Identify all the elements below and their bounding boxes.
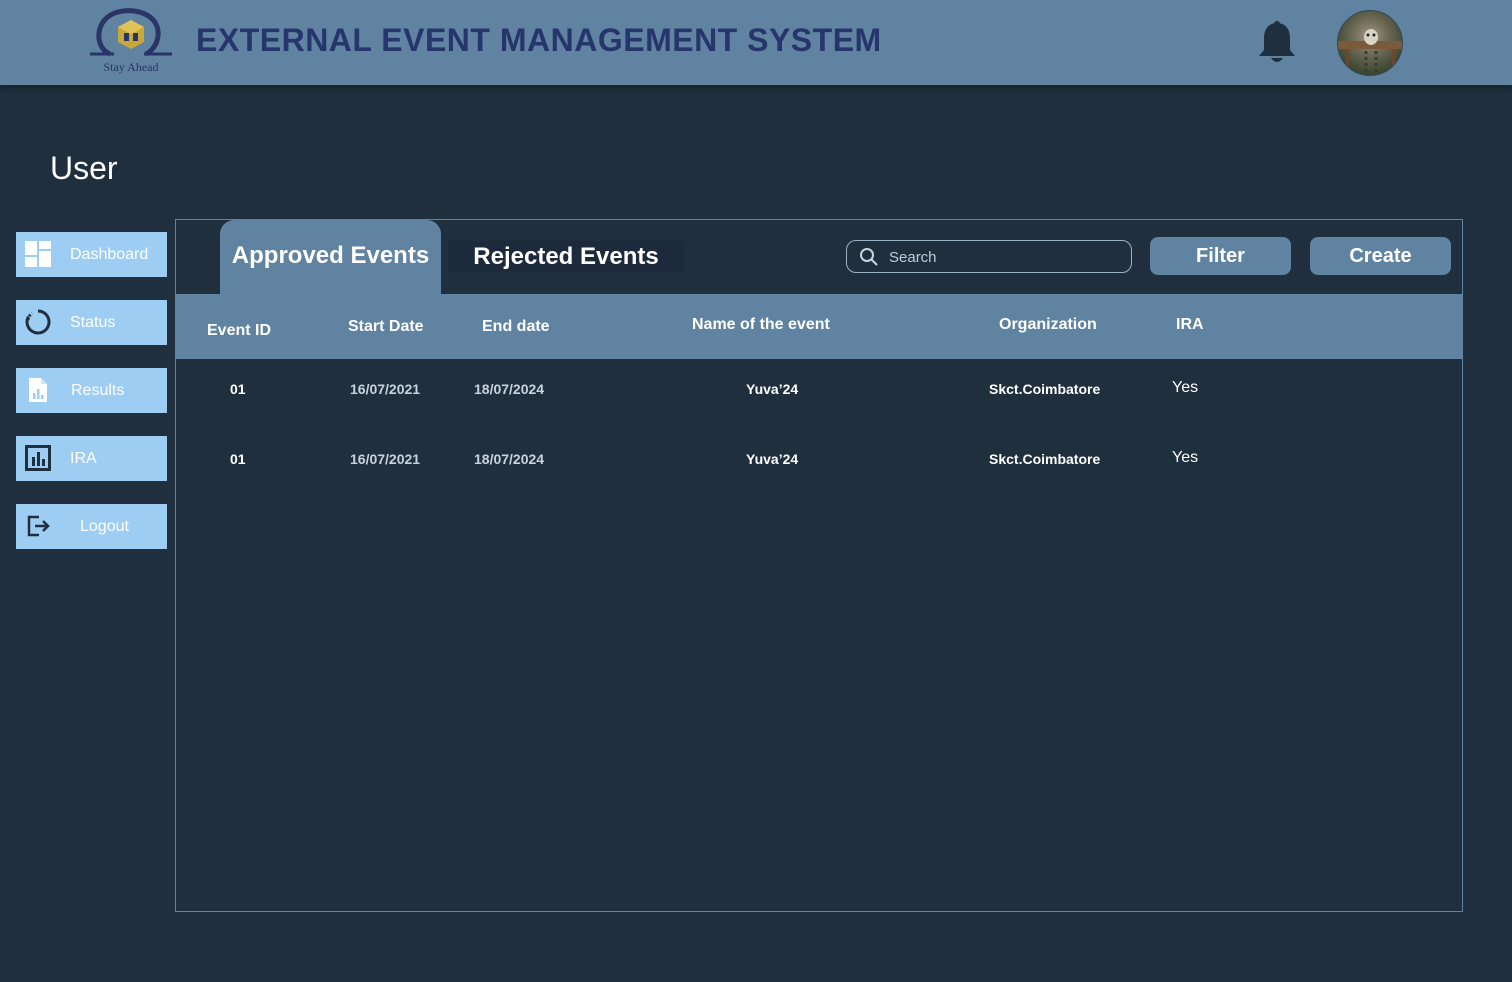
column-header-organization: Organization <box>999 316 1097 333</box>
tab-rejected-events[interactable]: Rejected Events <box>448 241 684 273</box>
status-icon <box>25 309 51 335</box>
column-header-end-date: End date <box>482 318 550 335</box>
sidebar-item-label: Status <box>70 314 116 331</box>
app-title: EXTERNAL EVENT MANAGEMENT SYSTEM <box>196 22 882 58</box>
column-header-event-name: Name of the event <box>692 316 830 333</box>
cell-event-id: 01 <box>230 381 246 397</box>
cell-event-name: Yuva’24 <box>746 451 799 467</box>
table-header: Event ID Start Date End date Name of the… <box>176 294 1462 359</box>
column-header-start-date: Start Date <box>348 318 424 335</box>
cell-start-date: 16/07/2021 <box>350 381 421 397</box>
cell-event-name: Yuva’24 <box>746 381 799 397</box>
user-avatar[interactable] <box>1337 10 1403 76</box>
bell-icon[interactable] <box>1256 20 1298 66</box>
search-icon <box>859 247 879 267</box>
search-input[interactable] <box>889 245 1119 269</box>
cell-start-date: 16/07/2021 <box>350 451 421 467</box>
cell-end-date: 18/07/2024 <box>474 451 545 467</box>
sidebar-item-logout[interactable]: Logout <box>16 504 167 549</box>
sidebar-item-ira[interactable]: IRA <box>16 436 167 481</box>
column-header-event-id: Event ID <box>207 322 272 339</box>
cell-event-id: 01 <box>230 451 246 467</box>
table-row[interactable]: 01 16/07/2021 18/07/2024 Yuva’24 Skct.Co… <box>176 449 1462 491</box>
sidebar-item-label: IRA <box>70 450 97 467</box>
results-icon <box>25 377 51 403</box>
tab-approved-events[interactable]: Approved Events <box>220 220 441 294</box>
sidebar-item-dashboard[interactable]: Dashboard <box>16 232 167 277</box>
logo-emblem <box>90 8 172 57</box>
cell-ira: Yes <box>1172 449 1199 466</box>
logo-tagline: Stay Ahead <box>103 60 159 74</box>
page-title: User <box>50 150 118 186</box>
cell-ira: Yes <box>1172 379 1199 396</box>
sidebar-item-label: Results <box>71 382 125 399</box>
sidebar-item-label: Logout <box>80 518 129 535</box>
logout-icon <box>25 513 51 539</box>
search-box[interactable] <box>846 240 1132 273</box>
table-row[interactable]: 01 16/07/2021 18/07/2024 Yuva’24 Skct.Co… <box>176 379 1462 421</box>
filter-button[interactable]: Filter <box>1150 237 1291 275</box>
cell-end-date: 18/07/2024 <box>474 381 545 397</box>
top-header: Stay Ahead EXTERNAL EVENT MANAGEMENT SYS… <box>0 0 1512 85</box>
sidebar-item-results[interactable]: Results <box>16 368 167 413</box>
cell-organization: Skct.Coimbatore <box>989 451 1101 467</box>
cell-organization: Skct.Coimbatore <box>989 381 1101 397</box>
column-header-ira: IRA <box>1176 316 1204 333</box>
events-panel: Approved Events Rejected Events Filter C… <box>175 219 1463 912</box>
sidebar-item-label: Dashboard <box>70 246 149 263</box>
create-button[interactable]: Create <box>1310 237 1451 275</box>
dashboard-icon <box>25 241 51 267</box>
sidebar-item-status[interactable]: Status <box>16 300 167 345</box>
chart-icon <box>25 445 51 471</box>
logo: Stay Ahead <box>88 8 174 78</box>
